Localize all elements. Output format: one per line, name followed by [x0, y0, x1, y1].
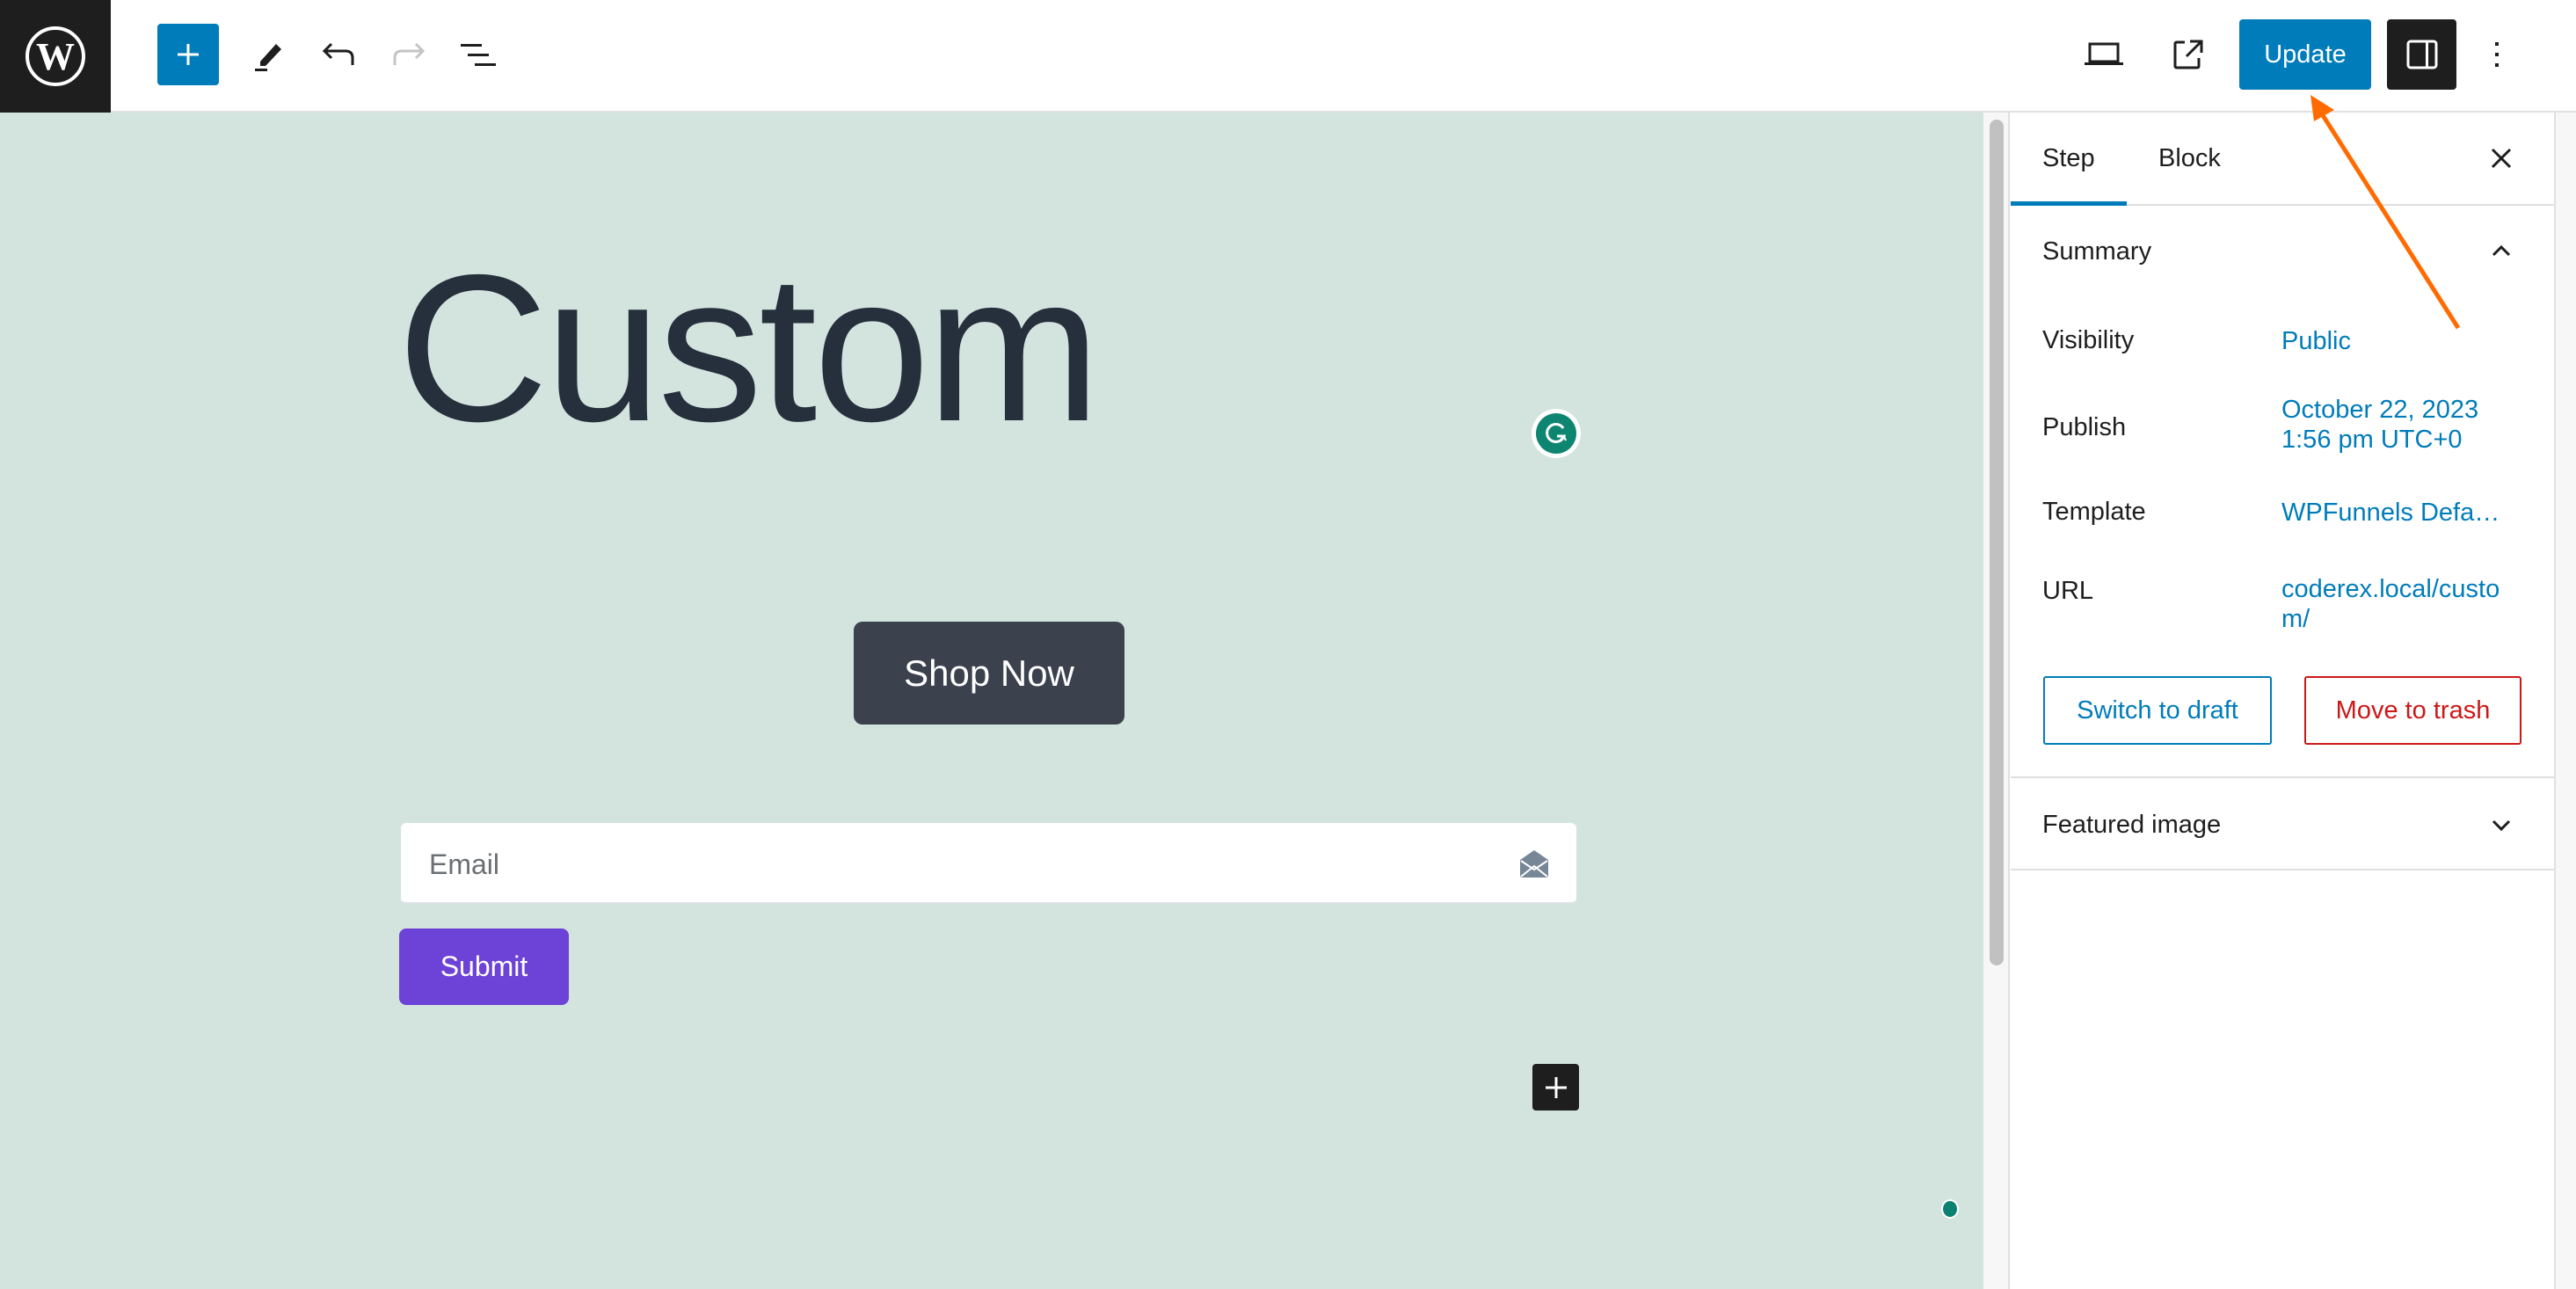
page-heading[interactable]: Custom [397, 244, 1101, 454]
switch-to-draft-button[interactable]: Switch to draft [2043, 676, 2272, 745]
publish-value[interactable]: October 22, 2023 1:56 pm UTC+0 [2281, 395, 2519, 455]
svg-text:W: W [36, 35, 75, 78]
grammarly-button[interactable] [1532, 409, 1581, 458]
redo-icon [393, 42, 426, 65]
envelope-open-icon [1520, 850, 1548, 878]
sidebar-scrollbar[interactable] [2554, 113, 2576, 1289]
panel-divider [2011, 869, 2554, 870]
shop-now-button[interactable]: Shop Now [854, 622, 1124, 725]
options-button[interactable] [2479, 24, 2514, 85]
wordpress-logo-icon: W [25, 26, 85, 86]
sidebar-toggle-icon [2406, 40, 2437, 69]
email-input[interactable] [427, 823, 1486, 906]
editor-canvas[interactable]: Custom Shop Now Submit [0, 113, 1983, 1289]
add-block-inline-button[interactable] [1532, 1064, 1579, 1111]
update-button[interactable]: Update [2239, 19, 2371, 90]
settings-toggle-button[interactable] [2387, 19, 2456, 90]
view-page-button[interactable] [2158, 24, 2219, 85]
visibility-label: Visibility [2042, 326, 2135, 354]
wordpress-logo-button[interactable]: W [0, 0, 111, 113]
publish-label: Publish [2042, 413, 2127, 441]
template-value[interactable]: WPFunnels Defa… [2281, 498, 2519, 528]
close-sidebar-button[interactable] [2484, 141, 2519, 176]
template-label: Template [2042, 498, 2146, 526]
document-overview-button[interactable] [448, 24, 509, 85]
featured-image-panel-toggle[interactable]: Featured image [2011, 781, 2554, 869]
more-vertical-icon [2495, 42, 2499, 67]
redo-button[interactable] [378, 24, 440, 85]
url-value[interactable]: coderex.local/custom/ [2281, 574, 2519, 634]
pencil-icon [255, 44, 281, 71]
tools-button[interactable] [238, 24, 300, 85]
summary-panel-toggle[interactable]: Summary [2011, 208, 2554, 295]
list-view-icon [461, 44, 496, 66]
summary-title: Summary [2042, 237, 2152, 266]
chevron-down-icon [2492, 819, 2511, 832]
canvas-scrollbar-thumb[interactable] [1990, 120, 2004, 965]
plus-icon [1545, 1076, 1567, 1098]
grammarly-icon [1536, 413, 1576, 454]
grammarly-status-dot[interactable] [1941, 1199, 1959, 1219]
laptop-icon [2085, 42, 2123, 65]
submit-button[interactable]: Submit [399, 929, 569, 1005]
canvas-scrollbar[interactable] [1983, 113, 2010, 1289]
url-label: URL [2042, 577, 2094, 605]
preview-button[interactable] [2073, 24, 2135, 85]
undo-button[interactable] [308, 24, 369, 85]
settings-sidebar: Step Block Summary Visibility Public Pub… [2011, 113, 2554, 1289]
email-field[interactable] [401, 823, 1576, 906]
editor-header: W Update [0, 0, 2576, 113]
chevron-up-icon [2492, 244, 2511, 257]
sidebar-tabs: Step Block [2011, 113, 2554, 206]
move-to-trash-button[interactable]: Move to trash [2304, 676, 2521, 745]
visibility-value[interactable]: Public [2281, 326, 2519, 356]
featured-image-title: Featured image [2042, 810, 2222, 839]
tab-step[interactable]: Step [2011, 113, 2127, 206]
panel-divider [2011, 776, 2554, 778]
undo-icon [322, 42, 354, 65]
external-link-icon [2173, 40, 2203, 69]
close-icon [2491, 148, 2512, 169]
tab-block[interactable]: Block [2158, 113, 2221, 204]
add-block-button[interactable] [157, 24, 219, 85]
plus-icon [178, 44, 199, 65]
